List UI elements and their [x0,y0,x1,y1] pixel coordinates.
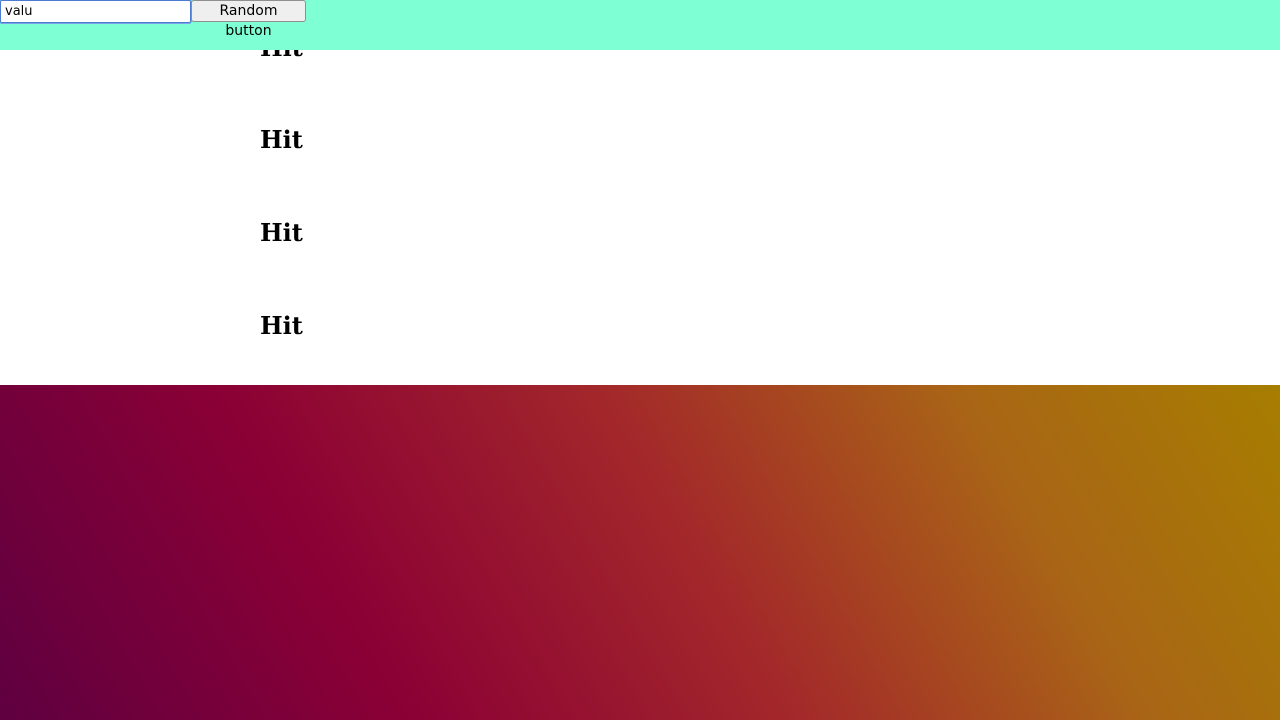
hit-heading: Hit [260,311,303,340]
hit-heading: Hit [260,125,303,154]
text-input[interactable] [0,0,192,24]
random-button[interactable]: Random button [191,0,306,39]
top-toolbar: Random button [0,0,1280,50]
page: Hit Hit Hit Hit Random button [0,0,1280,720]
content-area: Hit Hit Hit Hit [0,0,1280,385]
gradient-panel [0,385,1280,720]
hit-heading: Hit [260,218,303,247]
